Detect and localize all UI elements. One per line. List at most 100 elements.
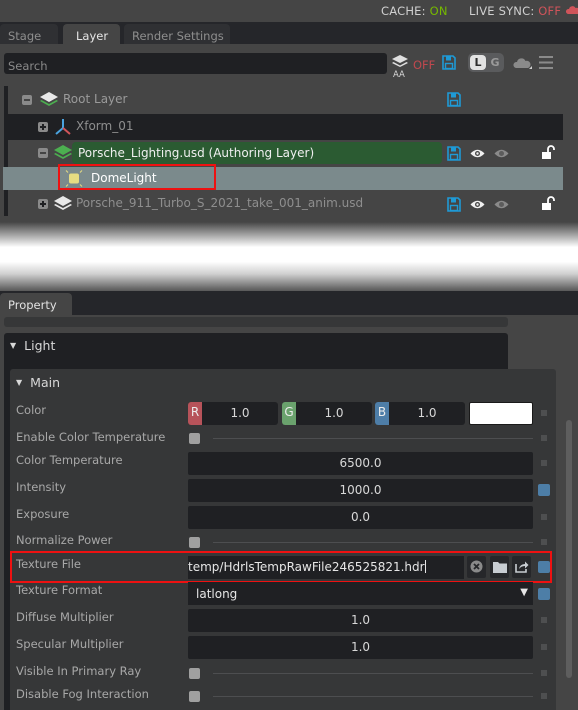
default-indicator[interactable] — [541, 514, 547, 520]
highlight-box-texture-file — [10, 551, 552, 583]
normalize-power-checkbox[interactable] — [189, 537, 200, 548]
default-indicator[interactable] — [541, 644, 547, 650]
property-filter-bar[interactable] — [4, 317, 508, 327]
collapse-triangle-icon: ▼ — [16, 378, 23, 387]
cache-value: ON — [429, 4, 448, 18]
authored-value-indicator[interactable] — [538, 484, 550, 496]
tree-row-label: Xform_01 — [76, 119, 134, 133]
color-temperature-field[interactable]: 6500.0 — [188, 452, 533, 475]
enable-color-temperature-checkbox[interactable] — [189, 433, 200, 444]
exposure-field[interactable]: 0.0 — [188, 506, 533, 529]
save-icon[interactable] — [447, 146, 461, 161]
default-indicator[interactable] — [541, 539, 547, 545]
main-subsection-header[interactable]: ▼ Main — [16, 375, 60, 390]
auto-authoring-state[interactable]: OFF — [413, 58, 435, 72]
scrollbar-thumb[interactable] — [566, 420, 572, 678]
layers-icon — [54, 145, 72, 159]
color-g-field[interactable]: G 1.0 — [282, 402, 372, 425]
color-temperature-label: Color Temperature — [16, 453, 123, 467]
global-visibility-eye-icon[interactable] — [494, 199, 509, 210]
global-visibility-eye-icon[interactable] — [494, 148, 509, 159]
cache-label: CACHE: — [381, 4, 426, 18]
auto-authoring-layers-icon[interactable] — [390, 54, 410, 70]
color-b-field[interactable]: B 1.0 — [375, 402, 465, 425]
hamburger-menu-icon[interactable] — [539, 56, 553, 69]
live-sync-value: OFF — [538, 4, 562, 18]
panel-tab-bar: Stage Layer Render Settings — [0, 22, 578, 44]
default-indicator[interactable] — [541, 693, 547, 699]
channel-r-value: 1.0 — [230, 406, 250, 420]
tree-row-label: Root Layer — [63, 92, 128, 106]
color-label: Color — [16, 403, 47, 417]
visible-in-primary-ray-checkbox[interactable] — [189, 668, 200, 679]
search-input[interactable] — [4, 53, 387, 74]
channel-b-tag: B — [375, 402, 389, 425]
divider-line — [213, 673, 533, 674]
layer-global-toggle[interactable]: L G — [468, 53, 504, 72]
save-icon[interactable] — [447, 92, 461, 107]
toggle-global[interactable]: G — [488, 55, 502, 70]
specular-multiplier-field[interactable]: 1.0 — [188, 636, 533, 659]
cloud-icon[interactable] — [566, 6, 578, 14]
default-indicator[interactable] — [541, 460, 547, 466]
collapse-triangle-icon: ▼ — [10, 341, 17, 350]
xform-axes-icon — [55, 119, 71, 135]
default-indicator[interactable] — [541, 670, 547, 676]
color-r-field[interactable]: R 1.0 — [188, 402, 278, 425]
layers-icon — [54, 196, 72, 210]
tree-row-anim-layer[interactable]: Porsche_911_Turbo_S_2021_take_001_anim.u… — [8, 190, 563, 218]
channel-g-tag: G — [282, 402, 296, 425]
unlocked-padlock-icon[interactable] — [541, 196, 555, 211]
texture-format-dropdown[interactable]: latlong ▼ — [188, 582, 533, 605]
tab-property[interactable]: Property — [0, 293, 72, 315]
tree-row-authoring-layer[interactable]: Porsche_Lighting.usd (Authoring Layer) — [8, 140, 563, 167]
exposure-label: Exposure — [16, 507, 70, 521]
tab-render-settings[interactable]: Render Settings — [124, 24, 230, 44]
divider-line — [213, 542, 533, 543]
property-tab-bar: Property — [0, 291, 578, 315]
texture-format-value: latlong — [196, 587, 238, 601]
collapse-icon[interactable] — [22, 95, 32, 105]
save-icon[interactable] — [447, 197, 461, 212]
cache-status[interactable]: CACHE: ON — [381, 4, 448, 18]
property-panel: ▼ Light ▼ Main Color R 1.0 G 1.0 B 1.0 Ena… — [0, 315, 578, 710]
color-swatch[interactable] — [469, 402, 533, 425]
cloud-icon[interactable] — [513, 56, 533, 70]
disable-fog-interaction-label: Disable Fog Interaction — [16, 687, 149, 701]
normalize-power-label: Normalize Power — [16, 533, 113, 547]
expand-icon[interactable] — [38, 199, 48, 209]
live-sync-status[interactable]: LIVE SYNC: OFF — [469, 4, 561, 18]
specular-multiplier-label: Specular Multiplier — [16, 637, 124, 651]
default-indicator[interactable] — [541, 617, 547, 623]
intensity-field[interactable]: 1000.0 — [188, 479, 533, 502]
panel-splitter[interactable] — [0, 222, 578, 294]
dropdown-arrow-icon: ▼ — [520, 587, 528, 598]
layer-tree: Root Layer Xform_01 Porsche_Lighting.usd… — [3, 86, 563, 218]
save-icon[interactable] — [442, 55, 456, 70]
auto-authoring-label: AA — [393, 70, 405, 80]
tab-layer[interactable]: Layer — [63, 24, 120, 44]
authored-value-indicator[interactable] — [538, 588, 550, 600]
enable-color-temperature-label: Enable Color Temperature — [16, 430, 166, 444]
visible-in-primary-ray-label: Visible In Primary Ray — [16, 664, 142, 678]
channel-g-value: 1.0 — [324, 406, 344, 420]
tree-row-xform[interactable]: Xform_01 — [4, 114, 563, 140]
visibility-eye-icon[interactable] — [470, 199, 485, 210]
light-section-header[interactable]: ▼ Light — [10, 338, 55, 353]
tab-stage[interactable]: Stage — [0, 24, 58, 44]
visibility-eye-icon[interactable] — [470, 148, 485, 159]
default-indicator[interactable] — [541, 410, 547, 416]
layers-icon — [40, 92, 58, 106]
expand-icon[interactable] — [38, 122, 48, 132]
channel-r-tag: R — [188, 402, 202, 425]
tree-row-label: Porsche_Lighting.usd (Authoring Layer) — [78, 146, 315, 160]
diffuse-multiplier-label: Diffuse Multiplier — [16, 610, 114, 624]
toggle-local[interactable]: L — [470, 55, 486, 70]
layer-panel: AA OFF L G Root Layer — [0, 44, 578, 226]
default-indicator[interactable] — [541, 435, 547, 441]
disable-fog-interaction-checkbox[interactable] — [189, 691, 200, 702]
diffuse-multiplier-field[interactable]: 1.0 — [188, 609, 533, 632]
tree-row-root-layer[interactable]: Root Layer — [8, 86, 563, 114]
unlocked-padlock-icon[interactable] — [541, 145, 555, 160]
collapse-icon[interactable] — [38, 148, 48, 158]
